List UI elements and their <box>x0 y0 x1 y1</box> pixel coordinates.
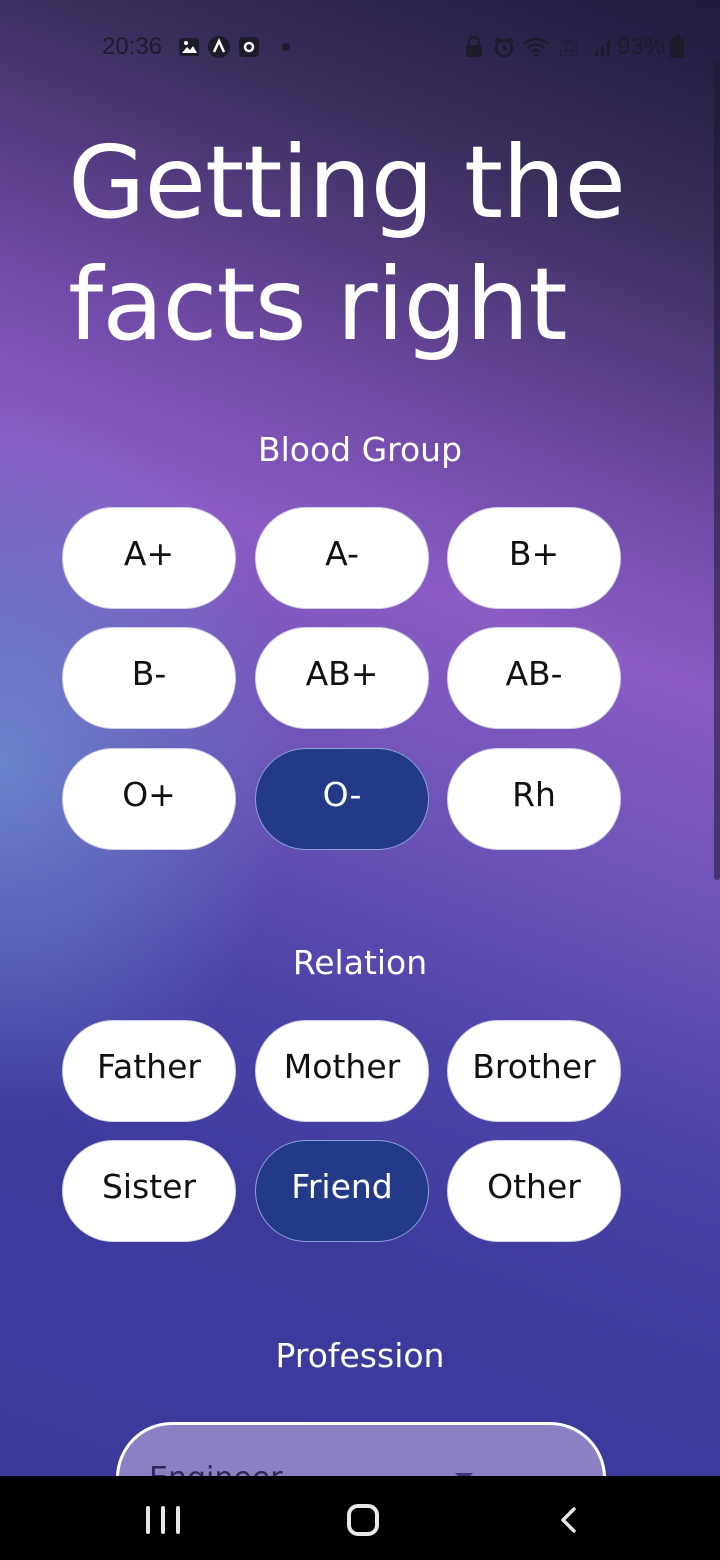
recent-apps-bar-icon <box>161 1506 165 1534</box>
recent-apps-bar-icon <box>146 1506 150 1534</box>
blood-group-chip-o-pos[interactable]: O+ <box>62 748 236 850</box>
status-right-icons: Vo)) LTE1 <box>463 36 615 58</box>
signal-icon <box>595 41 610 56</box>
svg-text:Vo)): Vo)) <box>561 37 578 47</box>
status-left-icons <box>178 36 290 58</box>
page-title: Getting the facts right <box>68 122 668 366</box>
blood-group-chip-b-neg[interactable]: B- <box>62 627 236 729</box>
wifi-icon <box>523 37 549 57</box>
blood-group-chip-a-neg[interactable]: A- <box>255 507 429 609</box>
recent-apps-button[interactable] <box>146 1506 180 1536</box>
blood-group-chip-ab-neg[interactable]: AB- <box>447 627 621 729</box>
battery-percentage: 93% <box>617 33 666 60</box>
scrollbar[interactable] <box>714 60 720 880</box>
status-time: 20:36 <box>102 33 163 60</box>
lock-icon <box>466 36 482 57</box>
gallery-icon <box>179 38 199 56</box>
system-navigation-bar <box>0 1476 720 1560</box>
blood-group-label: Blood Group <box>257 430 463 469</box>
screen: 20:36 Vo)) LTE1 93% Getting the facts rig… <box>0 0 720 1476</box>
relation-label: Relation <box>292 943 428 982</box>
app-icon <box>208 36 230 58</box>
blood-group-chip-o-neg-selected[interactable]: O- <box>255 748 429 850</box>
profession-dropdown[interactable]: Engineer <box>116 1422 606 1476</box>
home-button[interactable] <box>347 1504 379 1536</box>
profession-label: Profession <box>275 1336 445 1375</box>
relation-chip-brother[interactable]: Brother <box>447 1020 621 1122</box>
battery-icon <box>670 35 684 58</box>
profession-dropdown-value: Engineer <box>149 1461 283 1476</box>
recent-apps-bar-icon <box>176 1506 180 1534</box>
relation-chip-mother[interactable]: Mother <box>255 1020 429 1122</box>
page-title-line-1: Getting the <box>68 124 626 241</box>
page-title-line-2: facts right <box>68 246 568 363</box>
app-square-icon <box>239 37 259 57</box>
blood-group-chip-rh[interactable]: Rh <box>447 748 621 850</box>
status-bar: 20:36 Vo)) LTE1 93% <box>0 28 720 68</box>
volte-icon: Vo))LTE1 <box>559 37 580 58</box>
back-button[interactable] <box>556 1506 584 1534</box>
relation-chip-friend-selected[interactable]: Friend <box>255 1140 429 1242</box>
blood-group-chip-ab-pos[interactable]: AB+ <box>255 627 429 729</box>
blood-group-chip-b-pos[interactable]: B+ <box>447 507 621 609</box>
relation-chip-other[interactable]: Other <box>447 1140 621 1242</box>
alarm-icon <box>494 37 514 58</box>
svg-text:LTE1: LTE1 <box>559 48 580 58</box>
notification-dot-icon <box>282 43 290 51</box>
relation-chip-sister[interactable]: Sister <box>62 1140 236 1242</box>
blood-group-chip-a-pos[interactable]: A+ <box>62 507 236 609</box>
relation-chip-father[interactable]: Father <box>62 1020 236 1122</box>
